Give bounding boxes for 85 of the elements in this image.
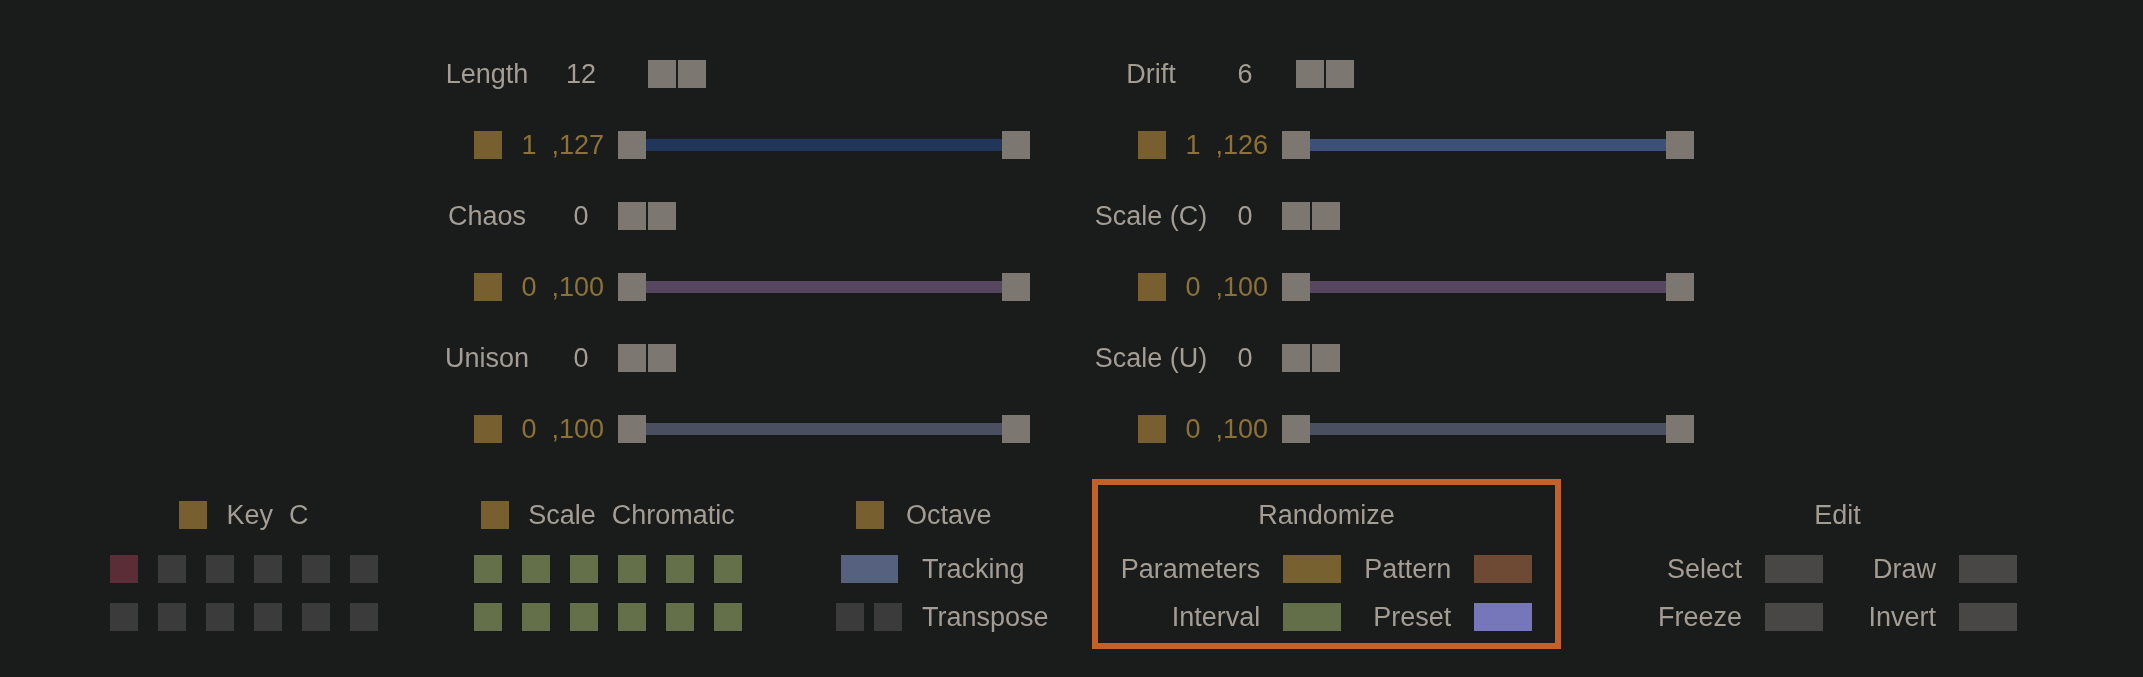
enable-toggle[interactable] bbox=[1138, 272, 1166, 301]
parameter-label: Unison bbox=[443, 341, 530, 374]
parameter-value: 0 bbox=[1236, 341, 1254, 374]
parameter-label: Chaos bbox=[446, 199, 527, 232]
enable-toggle[interactable] bbox=[1138, 414, 1166, 443]
range-max-value: ,126 bbox=[1215, 128, 1268, 161]
range-max-value: ,100 bbox=[551, 412, 604, 445]
step-button[interactable] bbox=[648, 201, 676, 230]
parameter-label: Scale (C) bbox=[1094, 199, 1208, 232]
range-slider[interactable] bbox=[618, 130, 1030, 159]
edit-toggle[interactable] bbox=[1765, 555, 1824, 583]
range-min-value: 0 bbox=[1185, 412, 1201, 445]
slider-thumb[interactable] bbox=[1666, 414, 1694, 443]
key-value[interactable]: C bbox=[289, 499, 309, 531]
range-max-value: ,100 bbox=[1215, 412, 1268, 445]
panel-title: Randomize bbox=[1258, 499, 1395, 531]
enable-toggle[interactable] bbox=[856, 501, 884, 529]
range-min-value: 0 bbox=[521, 270, 537, 303]
enable-toggle[interactable] bbox=[474, 130, 502, 159]
step-button[interactable] bbox=[618, 343, 646, 372]
step-button[interactable] bbox=[648, 59, 676, 88]
option-label: Preset bbox=[1373, 601, 1452, 633]
parameter-value: 12 bbox=[564, 57, 597, 90]
range-slider[interactable] bbox=[618, 414, 1030, 443]
enable-toggle[interactable] bbox=[481, 501, 510, 529]
parameter-label: Length bbox=[444, 57, 530, 90]
range-min-value: 0 bbox=[1185, 270, 1201, 303]
range-max-value: ,100 bbox=[1215, 270, 1268, 303]
transpose-label: Transpose bbox=[922, 601, 1049, 633]
edit-toggle[interactable] bbox=[1765, 603, 1824, 631]
option-label: Invert bbox=[1868, 601, 1937, 633]
range-max-value: ,127 bbox=[551, 128, 604, 161]
panel-title: Edit bbox=[1814, 499, 1861, 531]
parameter-label: Drift bbox=[1125, 57, 1177, 90]
enable-toggle[interactable] bbox=[179, 501, 208, 529]
tracking-toggle[interactable] bbox=[840, 555, 898, 583]
tracking-label: Tracking bbox=[922, 553, 1025, 585]
slider-thumb[interactable] bbox=[1282, 272, 1310, 301]
scale-value[interactable]: Chromatic bbox=[611, 499, 735, 531]
parameter-value: 6 bbox=[1236, 57, 1254, 90]
step-button[interactable] bbox=[678, 59, 706, 88]
parameter-label: Scale (U) bbox=[1094, 341, 1208, 374]
range-min-value: 1 bbox=[1185, 128, 1201, 161]
parameter-value: 0 bbox=[572, 199, 590, 232]
edit-toggle[interactable] bbox=[1959, 555, 2018, 583]
option-label: Parameters bbox=[1120, 553, 1261, 585]
slider-thumb[interactable] bbox=[618, 130, 646, 159]
parameter-value: 0 bbox=[572, 341, 590, 374]
step-button[interactable] bbox=[1296, 59, 1324, 88]
enable-toggle[interactable] bbox=[1138, 130, 1166, 159]
slider-thumb[interactable] bbox=[1002, 414, 1030, 443]
parameter-value: 0 bbox=[1236, 199, 1254, 232]
range-max-value: ,100 bbox=[551, 270, 604, 303]
step-button[interactable] bbox=[1312, 343, 1340, 372]
range-slider[interactable] bbox=[1282, 414, 1694, 443]
range-slider[interactable] bbox=[1282, 272, 1694, 301]
slider-thumb[interactable] bbox=[1666, 272, 1694, 301]
option-label: Freeze bbox=[1658, 601, 1743, 633]
enable-toggle[interactable] bbox=[474, 272, 502, 301]
range-min-value: 1 bbox=[521, 128, 537, 161]
slider-thumb[interactable] bbox=[1282, 130, 1310, 159]
range-slider[interactable] bbox=[618, 272, 1030, 301]
step-button[interactable] bbox=[618, 201, 646, 230]
octave-label: Octave bbox=[906, 499, 992, 531]
slider-thumb[interactable] bbox=[618, 272, 646, 301]
enable-toggle[interactable] bbox=[474, 414, 502, 443]
option-label: Select bbox=[1667, 553, 1743, 585]
slider-thumb[interactable] bbox=[1282, 414, 1310, 443]
slider-thumb[interactable] bbox=[618, 414, 646, 443]
edit-toggle[interactable] bbox=[1959, 603, 2018, 631]
option-label: Interval bbox=[1171, 601, 1261, 633]
range-slider[interactable] bbox=[1282, 130, 1694, 159]
step-button[interactable] bbox=[1312, 201, 1340, 230]
option-label: Pattern bbox=[1364, 553, 1452, 585]
range-min-value: 0 bbox=[521, 412, 537, 445]
slider-thumb[interactable] bbox=[1002, 272, 1030, 301]
step-button[interactable] bbox=[1326, 59, 1354, 88]
key-label: Key bbox=[226, 499, 273, 531]
slider-thumb[interactable] bbox=[1002, 130, 1030, 159]
step-button[interactable] bbox=[1282, 343, 1310, 372]
step-button[interactable] bbox=[1282, 201, 1310, 230]
slider-thumb[interactable] bbox=[1666, 130, 1694, 159]
scale-label: Scale bbox=[528, 499, 596, 531]
step-button[interactable] bbox=[648, 343, 676, 372]
option-label: Draw bbox=[1873, 553, 1937, 585]
